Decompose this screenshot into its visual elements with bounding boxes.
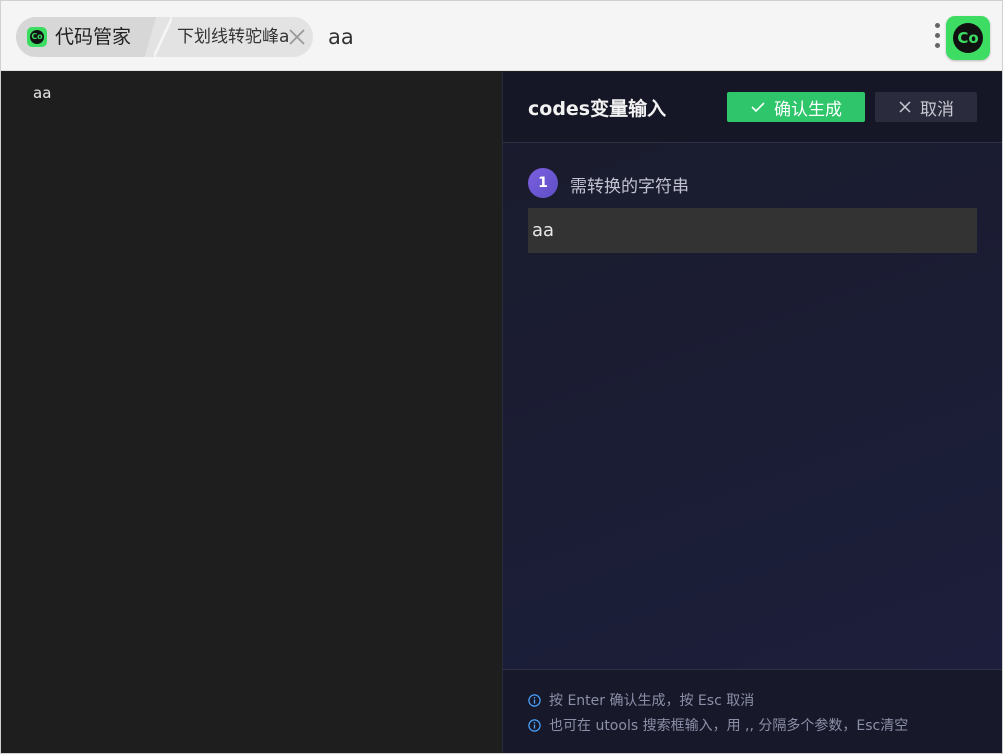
top-bar: Co 代码管家 下划线转驼峰a aa Co	[1, 1, 1002, 71]
app-logo-text: Co	[30, 30, 44, 44]
info-icon	[528, 718, 541, 732]
confirm-button[interactable]: 确认生成	[727, 92, 865, 122]
tip-enter: 按 Enter 确认生成，按 Esc 取消	[528, 690, 754, 710]
app-name: 代码管家	[55, 26, 132, 48]
app-logo-icon: Co	[27, 27, 47, 47]
search-input[interactable]: aa	[328, 17, 354, 57]
tip-text: 按 Enter 确认生成，按 Esc 取消	[549, 693, 755, 709]
info-icon	[528, 693, 541, 707]
tag-separator	[154, 17, 172, 57]
app-avatar-icon[interactable]: Co	[946, 16, 990, 60]
confirm-label: 确认生成	[774, 99, 842, 120]
code-editor[interactable]: aa	[1, 72, 502, 753]
app-tag[interactable]: Co 代码管家	[16, 17, 156, 57]
close-icon	[899, 101, 911, 113]
app-window: Co 代码管家 下划线转驼峰a aa Co aa codes变量输入 确认生成 …	[0, 0, 1003, 754]
step-number-badge: 1	[528, 168, 558, 198]
variable-input-panel: codes变量输入 确认生成 取消 1 需转换的字符串 aa 按 Enter 确…	[502, 72, 1002, 753]
panel-header: codes变量输入 确认生成 取消	[503, 72, 1002, 143]
panel-footer: 按 Enter 确认生成，按 Esc 取消 也可在 utools 搜索框输入，用…	[503, 669, 1002, 753]
close-icon[interactable]	[286, 26, 308, 48]
tip-text: 也可在 utools 搜索框输入，用 ,, 分隔多个参数，Esc清空	[549, 718, 909, 734]
cancel-button[interactable]: 取消	[875, 92, 977, 122]
tip-utools: 也可在 utools 搜索框输入，用 ,, 分隔多个参数，Esc清空	[528, 715, 908, 735]
cancel-label: 取消	[920, 99, 954, 120]
string-input-field[interactable]	[528, 208, 977, 253]
panel-title: codes变量输入	[528, 98, 667, 120]
check-icon	[751, 102, 765, 113]
app-avatar-text: Co	[953, 23, 983, 53]
editor-line[interactable]: aa	[33, 84, 51, 102]
feature-name: 下划线转驼峰a	[177, 27, 290, 47]
plugin-tag[interactable]: Co 代码管家 下划线转驼峰a	[16, 17, 313, 57]
more-menu-icon[interactable]	[929, 21, 945, 53]
step-label: 需转换的字符串	[570, 177, 689, 197]
